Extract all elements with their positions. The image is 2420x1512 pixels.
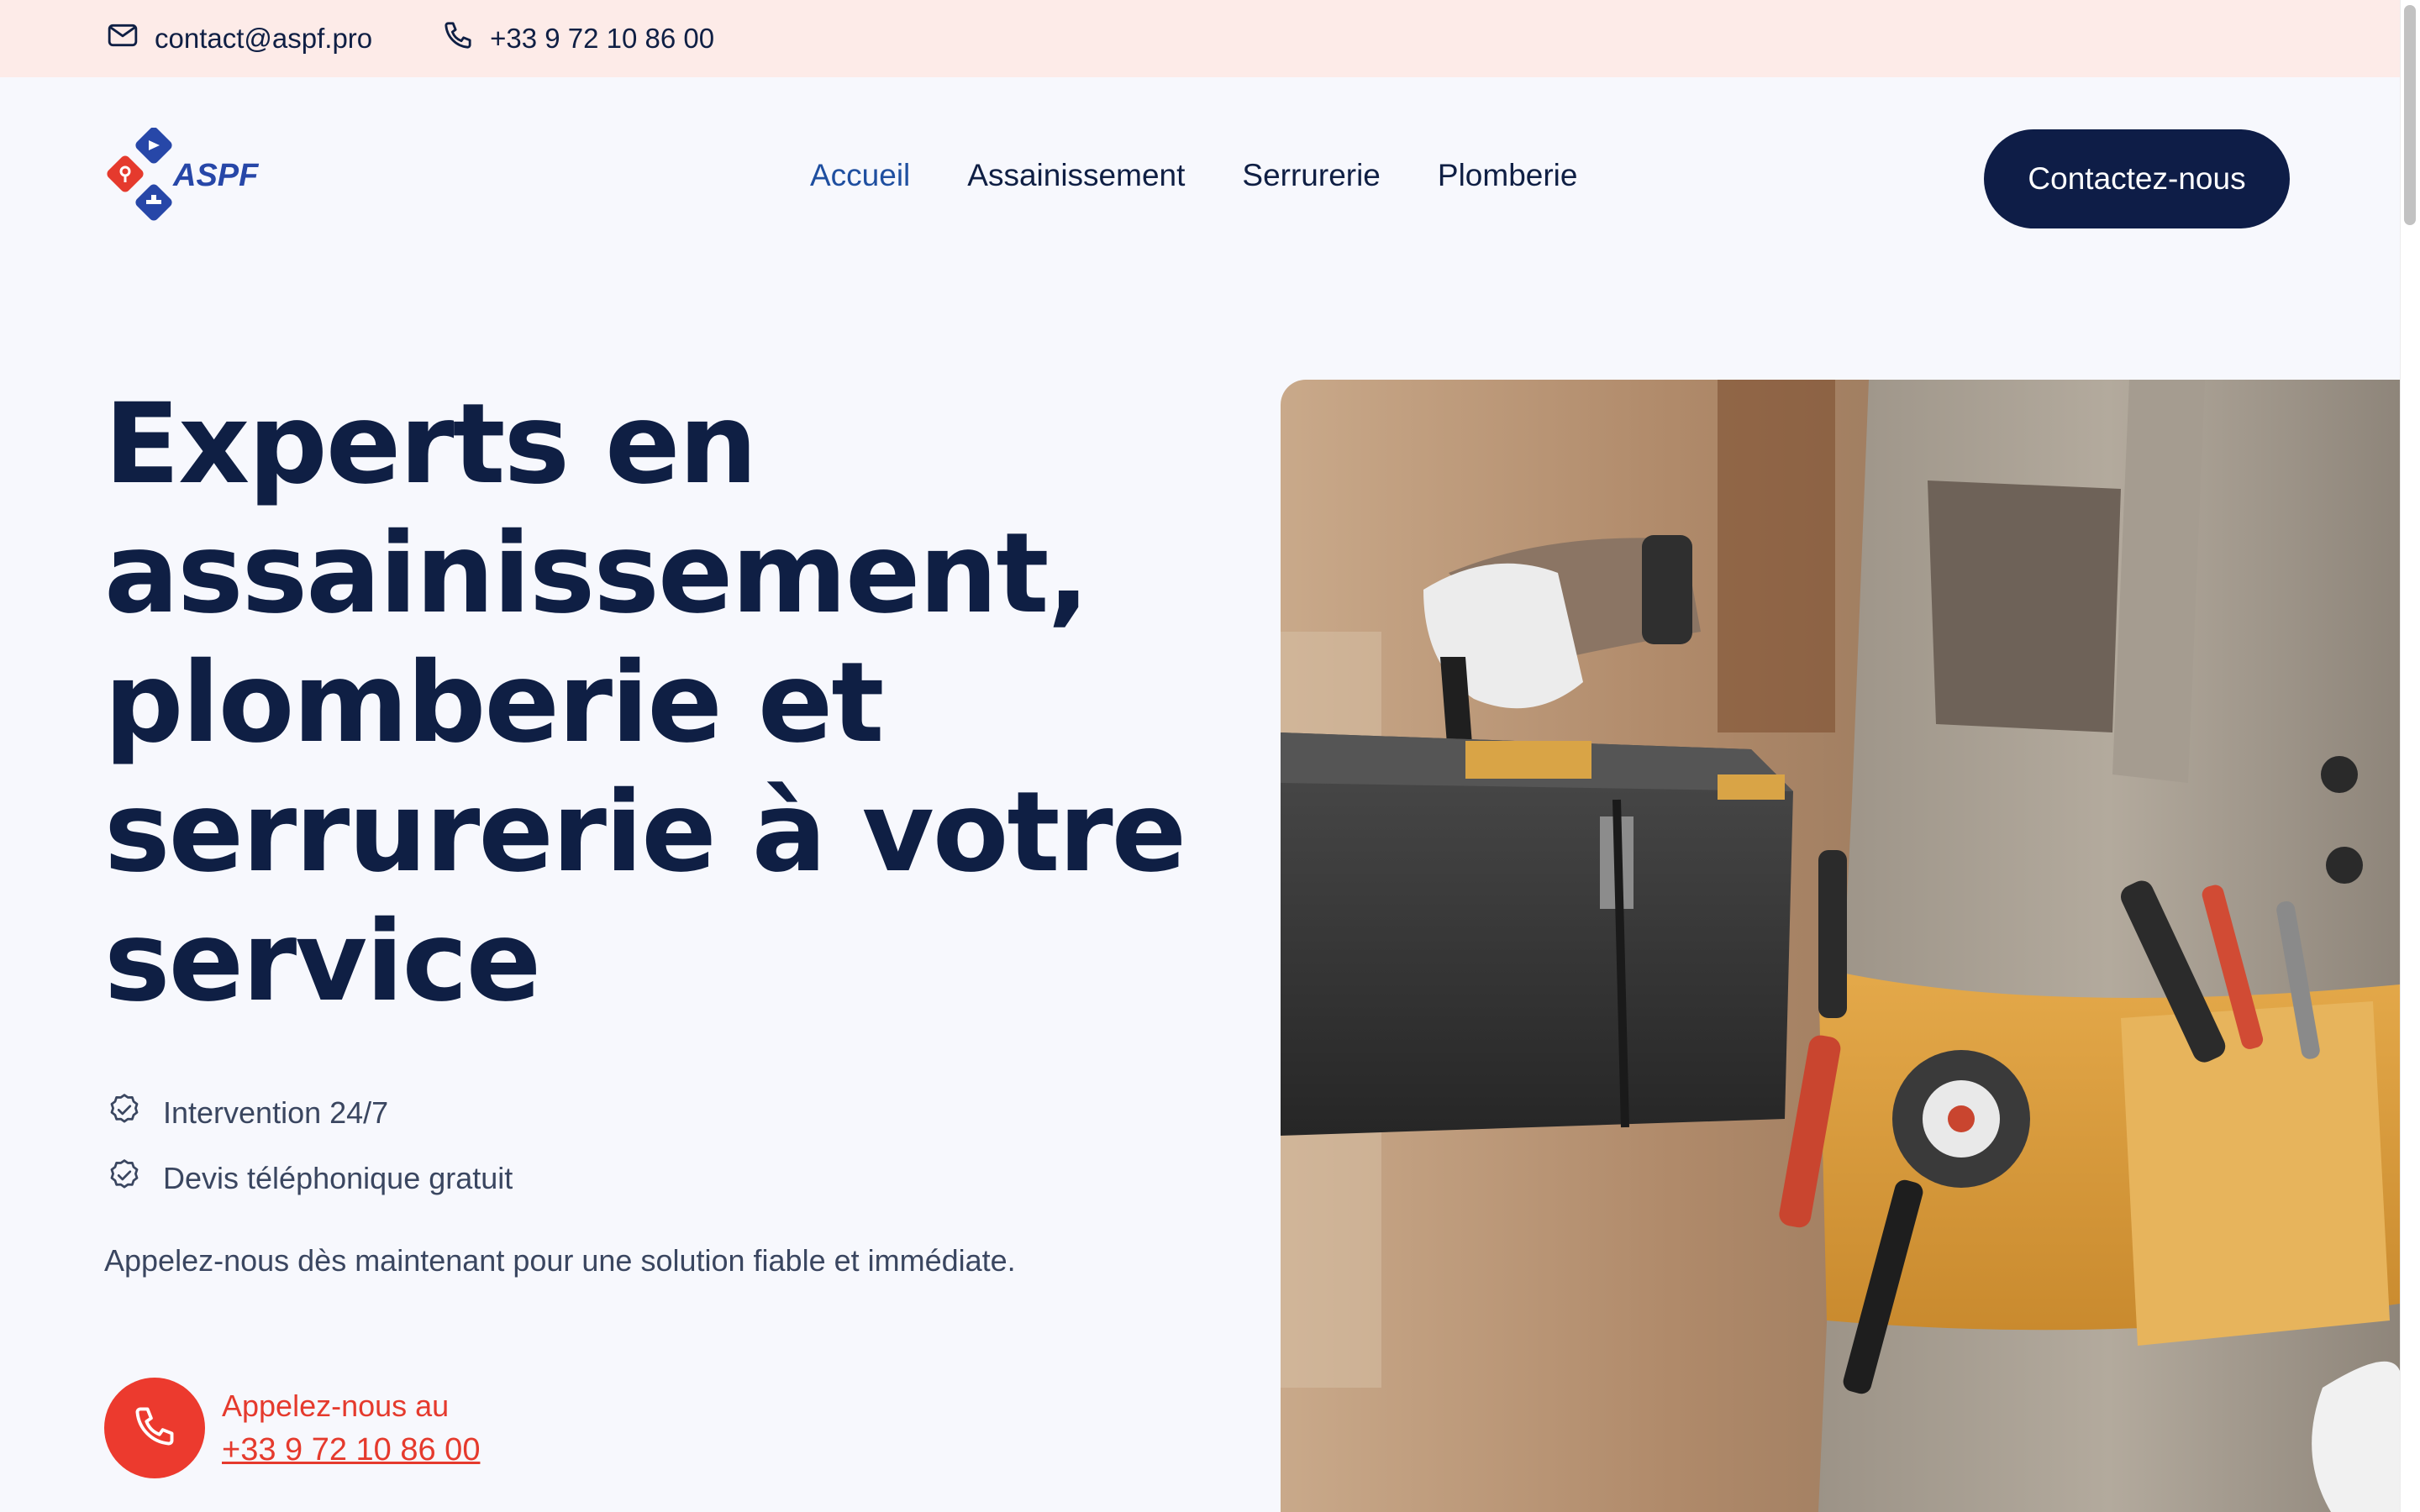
top-contact-bar: contact@aspf.pro +33 9 72 10 86 00 [0,0,2400,77]
feature-text: Devis téléphonique gratuit [163,1161,513,1195]
nav-item-plomberie[interactable]: Plomberie [1438,158,1578,193]
email-link[interactable]: contact@aspf.pro [106,18,372,59]
check-badge-icon [106,1157,143,1201]
nav-item-accueil[interactable]: Accueil [810,158,910,193]
scrollbar-thumb[interactable] [2404,5,2416,225]
feature-text: Intervention 24/7 [163,1095,389,1130]
phone-link[interactable]: +33 9 72 10 86 00 [441,18,714,59]
phone-text: +33 9 72 10 86 00 [490,23,715,54]
hero-title-line: serrurerie à votre [104,768,1186,897]
contact-button[interactable]: Contactez-nous [1984,129,2290,228]
hero-title-line: assainissement, [104,509,1090,638]
call-label: Appelez-nous au [222,1388,450,1423]
call-number-link[interactable]: +33 9 72 10 86 00 [222,1432,480,1468]
phone-icon [130,1402,179,1455]
feature-item: Devis téléphonique gratuit [106,1146,513,1211]
phone-icon [441,18,475,59]
site-header: ASPF Accueil Assainissement Serrurerie P… [0,77,2400,281]
worker-photo [1281,380,2400,1512]
hero-title: Experts en assainissement, plomberie et … [104,380,1264,1026]
main-nav: Accueil Assainissement Serrurerie Plombe… [810,158,1577,193]
logo-text: ASPF [173,158,259,193]
mail-icon [106,18,139,59]
page-scrollbar[interactable] [2400,0,2420,1512]
nav-item-assainissement[interactable]: Assainissement [967,158,1185,193]
call-block: Appelez-nous au +33 9 72 10 86 00 [104,1378,480,1478]
hero-title-line: plomberie et [104,638,884,768]
hero-image [1281,380,2400,1512]
aspf-logo[interactable]: ASPF [104,127,264,228]
hero-title-line: service [104,897,541,1026]
hero-title-line: Experts en [104,380,758,509]
feature-item: Intervention 24/7 [106,1080,513,1146]
nav-item-serrurerie[interactable]: Serrurerie [1242,158,1381,193]
feature-list: Intervention 24/7 Devis téléphonique gra… [106,1080,513,1211]
call-text: Appelez-nous au +33 9 72 10 86 00 [222,1389,480,1468]
hero-subtitle: Appelez-nous dès maintenant pour une sol… [104,1243,1016,1278]
call-button[interactable] [104,1378,205,1478]
email-text: contact@aspf.pro [155,23,373,54]
check-badge-icon [106,1091,143,1136]
